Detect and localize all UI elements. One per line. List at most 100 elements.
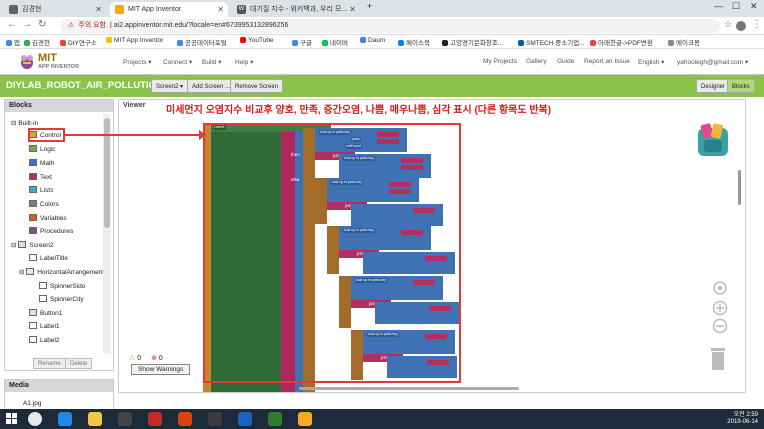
blocks-button[interactable]: Blocks	[727, 79, 755, 93]
builtin-tree-node[interactable]: ⊟ Built-in	[11, 119, 38, 127]
account-menu[interactable]: yahoolegh@gmail.com ▾	[677, 58, 748, 66]
bookmark-item[interactable]: 페이스북	[398, 37, 430, 47]
app-taskbar-icon[interactable]	[268, 412, 282, 426]
star-icon[interactable]: ☆	[724, 19, 732, 30]
media-panel-title: Media	[5, 380, 113, 392]
component-labeltitle[interactable]: LabelTitle	[29, 254, 68, 262]
component-spinnercity[interactable]: SpinnerCity	[39, 295, 84, 303]
more-menu-icon[interactable]: ⋮	[752, 19, 762, 30]
reload-icon[interactable]: ↻	[38, 19, 46, 30]
component-label2[interactable]: Label2	[29, 336, 60, 344]
explorer-taskbar-icon[interactable]	[88, 412, 102, 426]
app-taskbar-icon[interactable]	[148, 412, 162, 426]
bookmark-item[interactable]: DIY연구소	[60, 37, 97, 47]
warning-icon: ⚠	[129, 355, 136, 362]
show-warnings-button[interactable]: Show Warnings	[131, 364, 191, 375]
screen-tree-node[interactable]: ⊟ Screen2	[11, 241, 53, 249]
bookmark-item[interactable]: 아래한글->PDF변환	[590, 37, 653, 47]
bookmark-item[interactable]: 메이크몽	[668, 37, 700, 47]
appinventor-favicon-icon	[115, 5, 124, 14]
ie-taskbar-icon[interactable]	[58, 412, 72, 426]
recenter-icon[interactable]	[712, 280, 728, 296]
zoom-out-icon[interactable]	[712, 318, 728, 334]
add-screen-button[interactable]: Add Screen ...	[187, 79, 236, 93]
chrome-taskbar-icon[interactable]	[28, 412, 42, 426]
warning-count: 0	[137, 355, 142, 362]
facebook-icon	[398, 40, 404, 46]
media-file[interactable]: A1.jpg	[23, 400, 41, 407]
taskbar-clock[interactable]: 오전 2:59 2019-06-14	[727, 412, 758, 426]
bookmark-item[interactable]: Daum	[360, 37, 385, 44]
backpack-icon[interactable]	[694, 122, 732, 158]
delete-button[interactable]: Delete	[65, 358, 93, 369]
projects-menu[interactable]: Projects ▾	[123, 58, 152, 66]
gallery-link[interactable]: Gallery	[526, 58, 547, 65]
remove-screen-button[interactable]: Remove Screen	[230, 79, 284, 93]
bookmark-item[interactable]: YouTube	[240, 37, 274, 44]
browser-tab-2[interactable]: W 대기질 지수 - 위키백과, 우리 모... ✕	[232, 2, 360, 17]
block-category-text[interactable]: Text	[29, 173, 52, 181]
error-icon: ⊗	[151, 355, 157, 362]
blocks-viewer[interactable]: Viewer 미세먼지 오염지수 비교후 양호, 만족, 증간오염, 나쁨, 매…	[118, 99, 746, 393]
bookmark-item[interactable]: SMTECH 중소기업...	[518, 37, 585, 47]
designer-button[interactable]: Designer	[696, 79, 731, 93]
bookmark-item[interactable]: 김경현	[24, 37, 50, 47]
language-menu[interactable]: English ▾	[638, 58, 664, 66]
block-category-logic[interactable]: Logic	[29, 145, 56, 153]
google-icon	[292, 40, 298, 46]
app-taskbar-icon[interactable]	[208, 412, 222, 426]
close-tab-icon[interactable]: ✕	[217, 2, 224, 17]
logic-swatch-icon	[29, 145, 37, 152]
browser-toolbar: ← → ↻ ⚠ 주의 요함 | ai2.appinventor.mit.edu/?l…	[0, 17, 764, 35]
avatar[interactable]	[736, 21, 746, 31]
build-menu[interactable]: Build ▾	[202, 58, 222, 66]
connect-menu[interactable]: Connect ▾	[163, 58, 192, 66]
app-taskbar-icon[interactable]	[178, 412, 192, 426]
block-category-procedures[interactable]: Procedures	[29, 227, 73, 235]
bookmark-icon	[177, 40, 183, 46]
help-menu[interactable]: Help ▾	[235, 58, 253, 66]
maximize-button[interactable]: ☐	[732, 1, 740, 12]
block-category-variables[interactable]: Variables	[29, 214, 67, 222]
bookmark-item[interactable]: 네이버	[322, 37, 348, 47]
close-tab-icon[interactable]: ✕	[349, 2, 356, 17]
component-button1[interactable]: Button1	[29, 309, 62, 317]
zoom-in-icon[interactable]	[712, 300, 728, 316]
report-issue-link[interactable]: Report an Issue	[584, 58, 630, 65]
component-spinnersido[interactable]: SpinnerSido	[39, 282, 85, 290]
my-projects-link[interactable]: My Projects	[483, 58, 517, 65]
screen-select-button[interactable]: Screen2 ▾	[151, 79, 189, 93]
block-category-colors[interactable]: Colors	[29, 200, 59, 208]
bookmark-item[interactable]: 구글	[292, 37, 312, 47]
app-taskbar-icon[interactable]	[118, 412, 132, 426]
apps-icon	[6, 40, 12, 46]
appinventor-logo[interactable]: MIT APP INVENTOR	[18, 52, 88, 72]
arrangement-icon	[26, 268, 35, 275]
guide-link[interactable]: Guide	[557, 58, 574, 65]
component-horizontalarrangement[interactable]: ⊟ HorizontalArrangement	[19, 268, 104, 276]
new-tab-button[interactable]: +	[367, 1, 372, 11]
browser-tab-0[interactable]: 김경현 ✕	[4, 2, 106, 17]
address-bar[interactable]: ⚠ 주의 요함 | ai2.appinventor.mit.edu/?locale=…	[60, 19, 720, 33]
block-category-math[interactable]: Math	[29, 159, 54, 167]
back-arrow-icon[interactable]: ←	[7, 19, 17, 30]
workspace-horizontal-scrollbar[interactable]	[299, 387, 519, 390]
minimize-button[interactable]: —	[714, 1, 723, 11]
rename-button[interactable]: Rename	[33, 358, 66, 369]
bookmark-item[interactable]: 고양경기문화창조...	[442, 37, 503, 47]
bookmark-item[interactable]: 앱	[6, 37, 20, 47]
component-label1[interactable]: Label1	[29, 322, 60, 330]
app-taskbar-icon[interactable]	[238, 412, 252, 426]
workspace-vertical-scrollbar[interactable]	[738, 170, 741, 205]
app-taskbar-icon[interactable]	[298, 412, 312, 426]
trash-icon[interactable]	[708, 344, 728, 372]
close-window-button[interactable]: ✕	[750, 1, 758, 12]
control-highlight-box	[28, 128, 65, 142]
browser-tab-1[interactable]: MIT App Inventor ✕	[110, 2, 228, 17]
close-tab-icon[interactable]: ✕	[95, 2, 102, 17]
block-category-lists[interactable]: Lists	[29, 186, 53, 194]
forward-arrow-icon[interactable]: →	[22, 19, 32, 30]
bookmark-item[interactable]: 공공데이터포털	[177, 37, 227, 47]
bookmark-item[interactable]: MIT App Inventor	[106, 37, 163, 44]
windows-start-icon[interactable]	[6, 413, 18, 425]
